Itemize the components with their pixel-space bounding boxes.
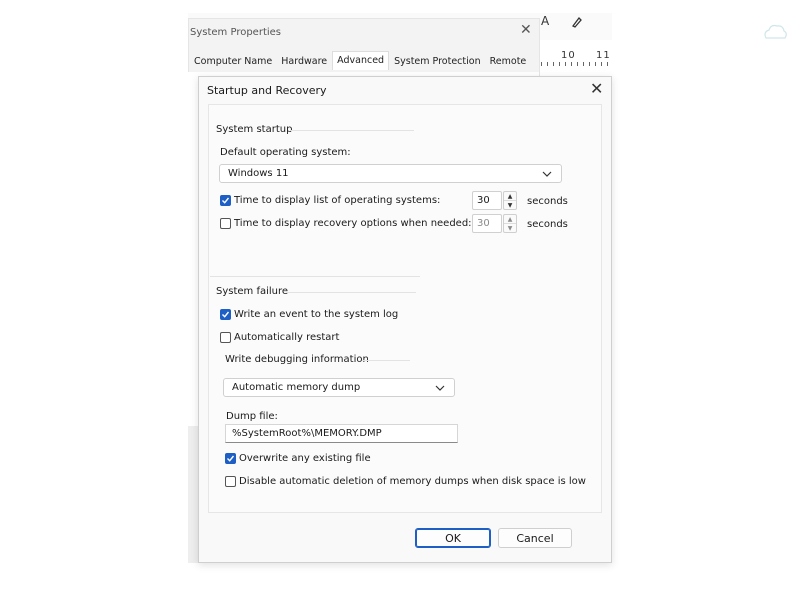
check-icon [222, 311, 230, 318]
ruler-label: 10 [561, 50, 576, 61]
write-event-label: Write an event to the system log [234, 309, 399, 320]
os-list-seconds-unit: seconds [527, 196, 568, 207]
debug-type-value: Automatic memory dump [232, 382, 361, 393]
cloud-decoration-icon [760, 20, 790, 46]
dump-file-input[interactable]: %SystemRoot%\MEMORY.DMP [225, 424, 458, 443]
debug-info-heading: Write debugging information [225, 354, 369, 365]
overwrite-label: Overwrite any existing file [239, 453, 371, 464]
group-divider [210, 276, 420, 277]
tab-hardware[interactable]: Hardware [277, 54, 331, 73]
default-os-dropdown[interactable]: Windows 11 [219, 164, 562, 183]
ruler-ticks [541, 62, 611, 66]
auto-restart-label: Automatically restart [234, 332, 340, 343]
ruler-label: 11 [596, 50, 611, 61]
close-icon[interactable]: ✕ [520, 22, 532, 38]
show-os-list-checkbox[interactable] [220, 195, 231, 206]
system-properties-tabs: Computer Name Hardware Advanced System P… [190, 51, 531, 73]
os-list-seconds-input[interactable]: 30 [472, 191, 502, 210]
chevron-down-icon [541, 168, 553, 180]
text-color-icon[interactable]: A [541, 14, 549, 28]
group-divider [286, 292, 416, 293]
debug-type-dropdown[interactable]: Automatic memory dump [223, 378, 455, 397]
disable-auto-delete-label: Disable automatic deletion of memory dum… [239, 476, 586, 487]
dump-file-label: Dump file: [226, 411, 278, 422]
spin-down-icon[interactable]: ▼ [504, 200, 516, 209]
system-properties-edge [188, 426, 198, 563]
spin-down-icon[interactable]: ▼ [504, 223, 516, 232]
close-icon[interactable]: ✕ [590, 79, 603, 98]
recovery-seconds-input[interactable]: 30 [472, 214, 502, 233]
default-os-value: Windows 11 [228, 168, 289, 179]
system-startup-heading: System startup [216, 124, 293, 135]
recovery-spinner[interactable]: ▲ ▼ [503, 214, 517, 233]
cancel-button[interactable]: Cancel [498, 528, 572, 548]
system-properties-title: System Properties [190, 27, 282, 38]
show-os-list-label: Time to display list of operating system… [234, 195, 441, 206]
spin-up-icon[interactable]: ▲ [504, 215, 516, 223]
tab-advanced[interactable]: Advanced [332, 51, 390, 70]
recovery-seconds-unit: seconds [527, 219, 568, 230]
check-icon [227, 455, 235, 462]
check-icon [222, 197, 230, 204]
ok-button[interactable]: OK [415, 528, 491, 548]
os-list-spinner[interactable]: ▲ ▼ [503, 191, 517, 210]
tab-computer-name[interactable]: Computer Name [190, 54, 276, 73]
highlighter-icon[interactable] [570, 14, 584, 28]
tab-remote[interactable]: Remote [486, 54, 531, 73]
disable-auto-delete-checkbox[interactable] [225, 476, 236, 487]
show-recovery-label: Time to display recovery options when ne… [234, 218, 472, 229]
chevron-down-icon [434, 382, 446, 394]
overwrite-checkbox[interactable] [225, 453, 236, 464]
tab-system-protection[interactable]: System Protection [390, 54, 485, 73]
dialog-title: Startup and Recovery [207, 84, 327, 97]
auto-restart-checkbox[interactable] [220, 332, 231, 343]
write-event-checkbox[interactable] [220, 309, 231, 320]
default-os-label: Default operating system: [220, 147, 351, 158]
show-recovery-checkbox[interactable] [220, 218, 231, 229]
group-divider [290, 130, 414, 131]
system-failure-heading: System failure [216, 286, 289, 297]
group-divider [362, 360, 410, 361]
spin-up-icon[interactable]: ▲ [504, 192, 516, 200]
